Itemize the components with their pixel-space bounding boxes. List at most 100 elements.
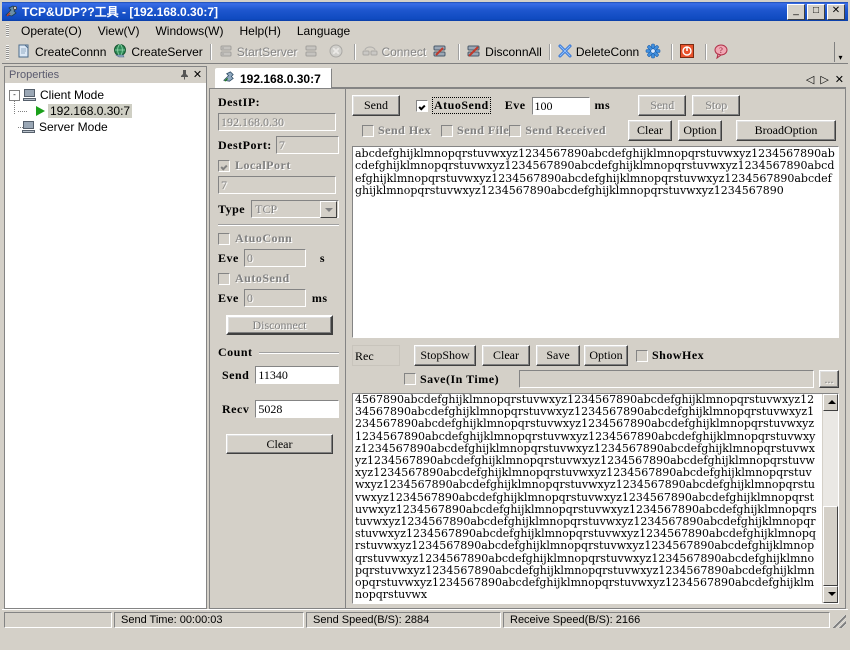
chevron-down-icon-type[interactable]: [320, 200, 337, 218]
save-path-input[interactable]: [519, 370, 814, 388]
close-button[interactable]: ✕: [827, 3, 845, 20]
tab-prev-icon[interactable]: ◁: [806, 75, 814, 86]
autosend-label: AutoSend: [235, 271, 290, 285]
tree-connector-horizontal: [18, 111, 27, 112]
atuosend-label: AtuoSend: [432, 97, 491, 114]
send-button[interactable]: Send: [352, 95, 400, 116]
autosend-eve-input[interactable]: 0: [243, 289, 306, 307]
properties-close-icon[interactable]: ✕: [191, 69, 204, 82]
menu-windows[interactable]: Windows(W): [147, 22, 231, 40]
menu-bar: Operate(O) View(V) Windows(W) Help(H) La…: [2, 21, 848, 41]
right-send-button[interactable]: Send: [638, 95, 687, 116]
showhex-checkbox[interactable]: [636, 349, 648, 362]
toolbar-delete-conn[interactable]: DeleteConn: [554, 42, 642, 63]
toolbar-disconn-all-label: DisconnAll: [485, 45, 542, 59]
send-eve-label: Eve: [504, 98, 526, 112]
pin-icon[interactable]: [178, 69, 191, 82]
type-select[interactable]: TCP: [251, 200, 339, 218]
toolbar-connect[interactable]: Connect: [359, 42, 429, 63]
scroll-up-icon[interactable]: [823, 394, 838, 411]
tree-label-server-mode: Server Mode: [39, 120, 108, 134]
send-file-checkbox[interactable]: [441, 124, 454, 137]
autoconn-eve-label: Eve: [218, 250, 239, 265]
close-icon: ✕: [831, 4, 841, 16]
count-recv-label: Recv: [222, 401, 250, 416]
toolbar-create-conn-label: CreateConnn: [35, 45, 107, 59]
disconnect-button[interactable]: Disconnect: [226, 315, 333, 335]
tab-next-icon[interactable]: ▷: [820, 75, 828, 86]
toolbar-power[interactable]: [676, 42, 701, 63]
send-eve-input[interactable]: 100: [531, 96, 590, 115]
svg-text:?: ?: [719, 46, 723, 55]
broadoption-button[interactable]: BroadOption: [736, 120, 837, 141]
toolbar-separator-4: [548, 44, 550, 60]
tab-connection[interactable]: 192.168.0.30:7: [215, 68, 332, 88]
menu-help[interactable]: Help(H): [231, 22, 288, 40]
tree-item-client-mode[interactable]: - Client Mode: [9, 87, 206, 103]
power-icon: [679, 43, 695, 62]
minimize-button[interactable]: _: [787, 3, 805, 20]
send-textarea[interactable]: abcdefghijklmnopqrstuvwxyz1234567890abcd…: [351, 145, 840, 339]
toolbar-grip[interactable]: [6, 44, 9, 60]
receive-scrollbar[interactable]: [822, 394, 838, 603]
recv-clear-button[interactable]: Clear: [482, 345, 530, 366]
disconnect-all-icon: [466, 43, 482, 62]
save-in-time-checkbox[interactable]: [404, 373, 416, 385]
send-received-checkbox[interactable]: [509, 124, 522, 137]
destport-label: DestPort:: [218, 137, 272, 152]
toolbar-stop-server[interactable]: [300, 42, 325, 63]
destip-input[interactable]: 192.168.0.30: [218, 113, 336, 131]
menu-language[interactable]: Language: [289, 22, 358, 40]
maximize-button[interactable]: □: [807, 3, 825, 20]
resize-grip[interactable]: [833, 615, 846, 628]
status-bar: Send Time: 00:00:03 Send Speed(B/S): 288…: [2, 609, 848, 629]
scroll-track[interactable]: [823, 411, 838, 586]
toolbar-overflow-button[interactable]: ▾: [834, 42, 846, 62]
autoconn-checkbox[interactable]: [218, 232, 230, 245]
localport-input[interactable]: 7: [218, 176, 336, 194]
tree-item-connection[interactable]: 192.168.0.30:7: [18, 103, 206, 119]
toolbar-separator-2: [354, 44, 356, 60]
receive-area: 4567890abcdefghijklmnopqrstuvwxyz1234567…: [352, 393, 839, 604]
send-clear-button[interactable]: Clear: [628, 120, 673, 141]
tab-close-icon[interactable]: ✕: [835, 75, 844, 86]
menu-grip[interactable]: [6, 24, 9, 37]
toolbar-disconn-all[interactable]: DisconnAll: [463, 42, 545, 63]
menu-view[interactable]: View(V): [90, 22, 148, 40]
receive-textarea[interactable]: 4567890abcdefghijklmnopqrstuvwxyz1234567…: [353, 394, 822, 603]
tree-expander-client-mode[interactable]: -: [9, 89, 20, 101]
tree-item-server-mode[interactable]: Server Mode: [9, 119, 206, 135]
localport-label: LocalPort: [235, 158, 291, 172]
stop-button[interactable]: Stop: [692, 95, 741, 116]
menu-operate[interactable]: Operate(O): [13, 22, 90, 40]
toolbar-create-conn[interactable]: CreateConnn: [13, 42, 109, 63]
scroll-thumb[interactable]: [823, 506, 838, 586]
clear-count-button[interactable]: Clear: [226, 434, 333, 454]
count-send-value[interactable]: 11340: [255, 366, 339, 384]
toolbar-create-server[interactable]: CreateServer: [109, 42, 205, 63]
play-icon: [36, 106, 45, 116]
toolbar-disconnect-single[interactable]: [429, 42, 454, 63]
scroll-down-icon[interactable]: [823, 586, 838, 603]
send-hex-checkbox[interactable]: [362, 124, 374, 137]
tab-navigation: ◁ ▷ ✕: [806, 75, 844, 86]
autoconn-label: AtuoConn: [235, 231, 293, 245]
recv-save-button[interactable]: Save: [536, 345, 580, 366]
autosend-checkbox[interactable]: [218, 272, 230, 285]
stopshow-button[interactable]: StopShow: [414, 345, 476, 366]
count-recv-value[interactable]: 5028: [255, 400, 339, 418]
autoconn-eve-input[interactable]: 0: [243, 249, 306, 267]
send-option-button[interactable]: Option: [678, 120, 723, 141]
toolbar-help[interactable]: ?: [710, 42, 735, 63]
browse-button[interactable]: ...: [819, 370, 839, 388]
recv-option-button[interactable]: Option: [584, 345, 628, 366]
localport-checkbox[interactable]: [218, 159, 230, 172]
toolbar-start-server[interactable]: StartServer: [215, 42, 301, 63]
toolbar-settings[interactable]: [642, 42, 667, 63]
toolbar-separator-3: [458, 44, 460, 60]
cancel-circle-icon: [328, 43, 344, 62]
destport-input[interactable]: 7: [275, 136, 339, 154]
atuosend-checkbox[interactable]: [416, 99, 428, 112]
toolbar-start-server-label: StartServer: [236, 45, 298, 59]
toolbar-cancel[interactable]: [325, 42, 350, 63]
